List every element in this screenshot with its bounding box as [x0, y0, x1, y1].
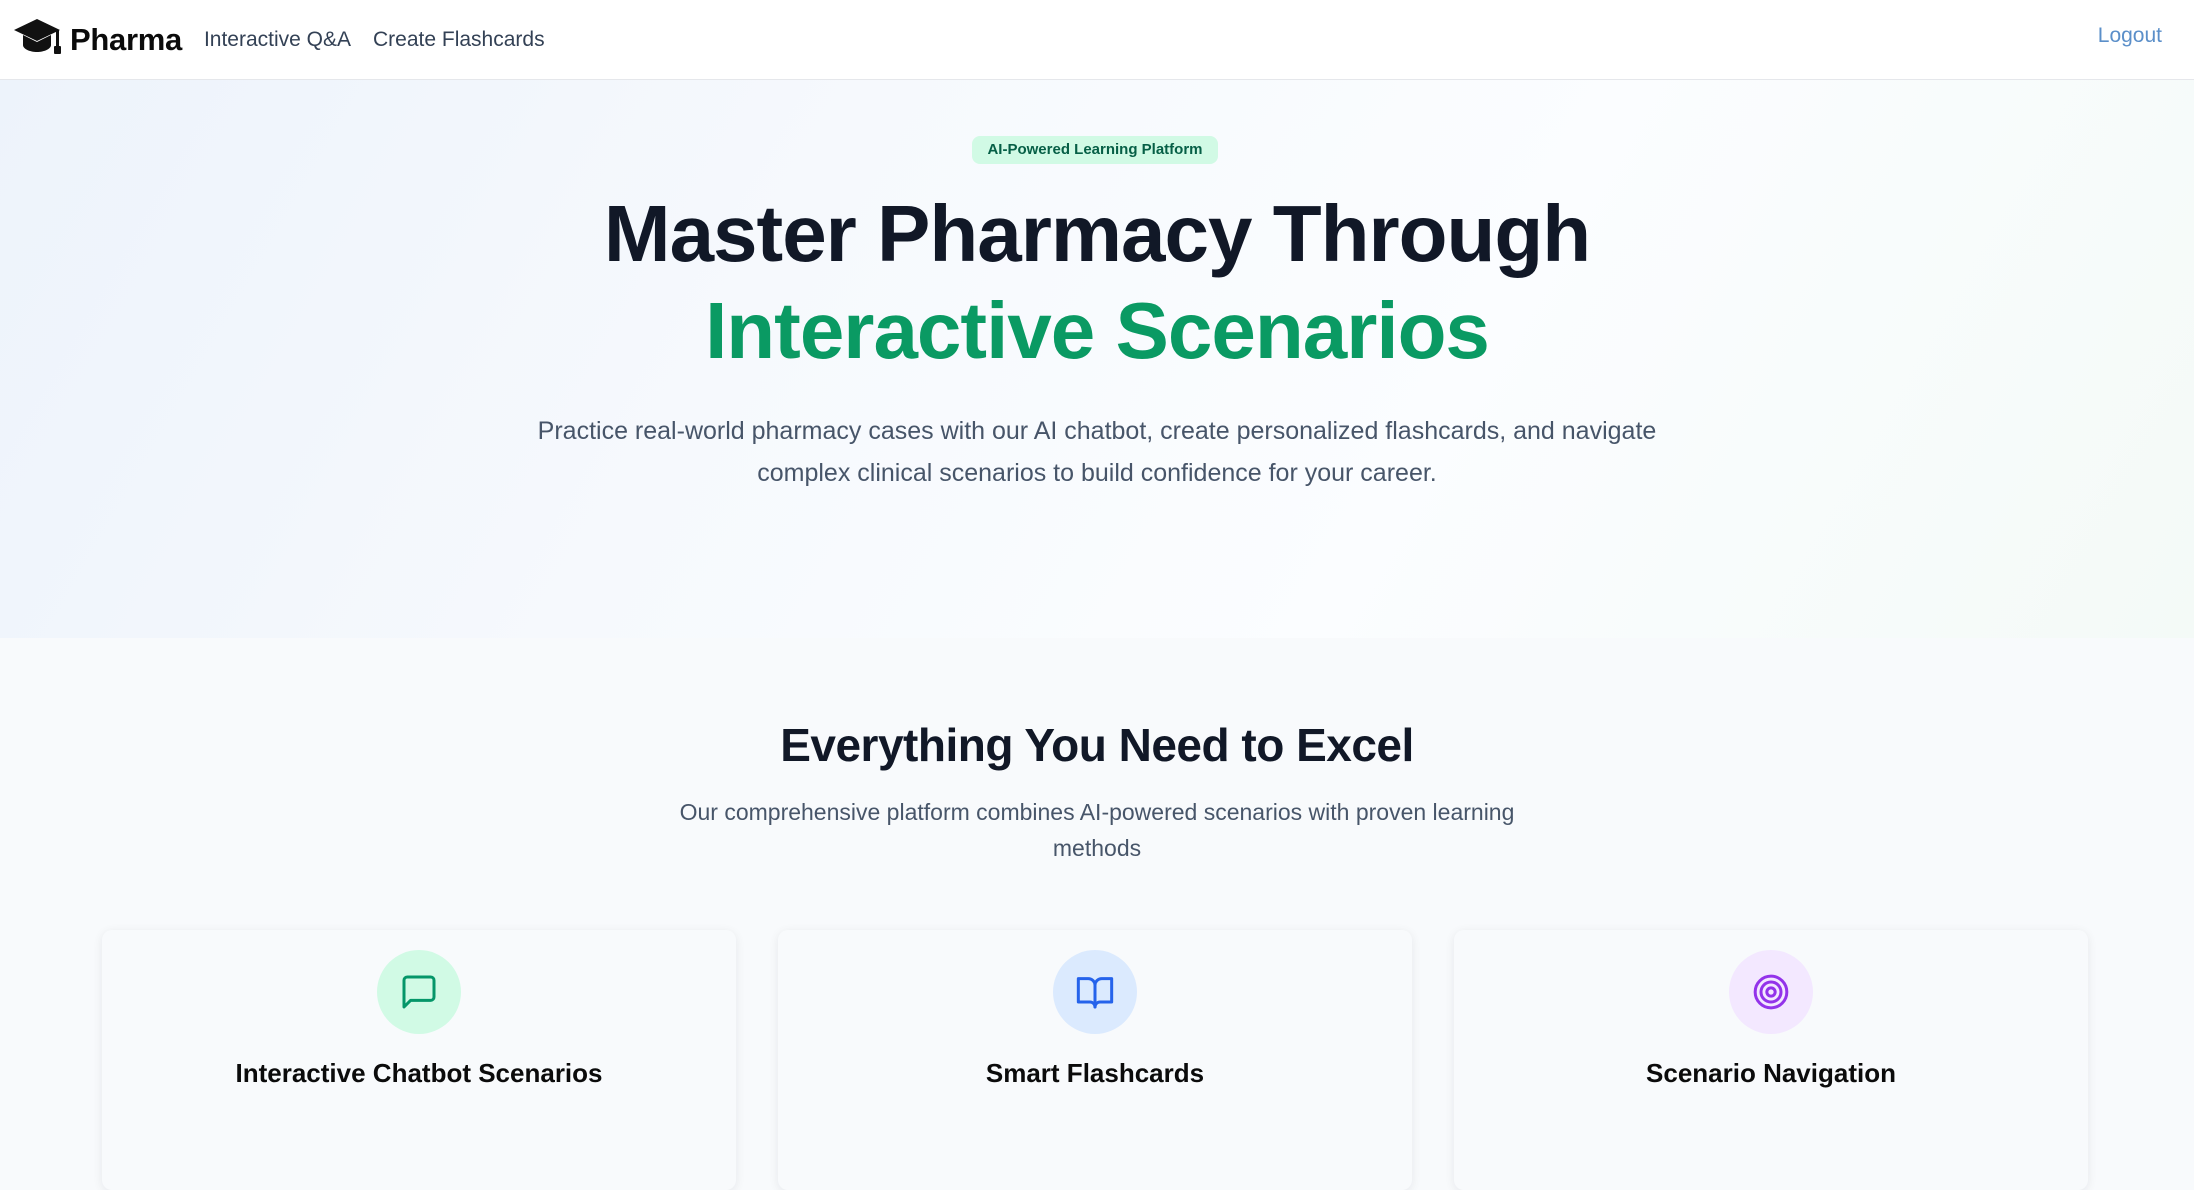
book-open-icon: [1053, 950, 1137, 1034]
message-square-icon: [377, 950, 461, 1034]
hero-title-line1: Master Pharmacy Through: [603, 189, 1591, 278]
nav-create-flashcards[interactable]: Create Flashcards: [373, 28, 545, 52]
feature-card-navigation[interactable]: Scenario Navigation: [1454, 930, 2088, 1190]
features-section: Everything You Need to Excel Our compreh…: [0, 638, 2194, 1190]
brand-name: Pharma: [70, 21, 182, 57]
brand-logo[interactable]: Pharma: [12, 16, 182, 63]
feature-card-title: Scenario Navigation: [1646, 1058, 1896, 1088]
hero-title-line2: Interactive Scenarios: [705, 286, 1490, 375]
hero-badge: AI-Powered Learning Platform: [972, 136, 1218, 164]
feature-card-title: Interactive Chatbot Scenarios: [235, 1058, 603, 1088]
feature-card-title: Smart Flashcards: [985, 1058, 1205, 1088]
nav-interactive-qa[interactable]: Interactive Q&A: [204, 28, 351, 52]
features-subtitle: Our comprehensive platform combines AI-p…: [679, 799, 1515, 861]
graduation-cap-icon: [12, 16, 62, 63]
features-title: Everything You Need to Excel: [780, 719, 1414, 771]
feature-card-flashcards[interactable]: Smart Flashcards: [778, 930, 1412, 1190]
hero-subtitle: Practice real-world pharmacy cases with …: [537, 417, 1657, 487]
top-nav-bar: Pharma Interactive Q&A Create Flashcards…: [0, 0, 2194, 80]
hero-section: AI-Powered Learning Platform Master Phar…: [0, 80, 2194, 638]
feature-card-chatbot[interactable]: Interactive Chatbot Scenarios: [102, 930, 736, 1190]
target-icon: [1729, 950, 1813, 1034]
logout-link[interactable]: Logout: [2098, 24, 2162, 48]
